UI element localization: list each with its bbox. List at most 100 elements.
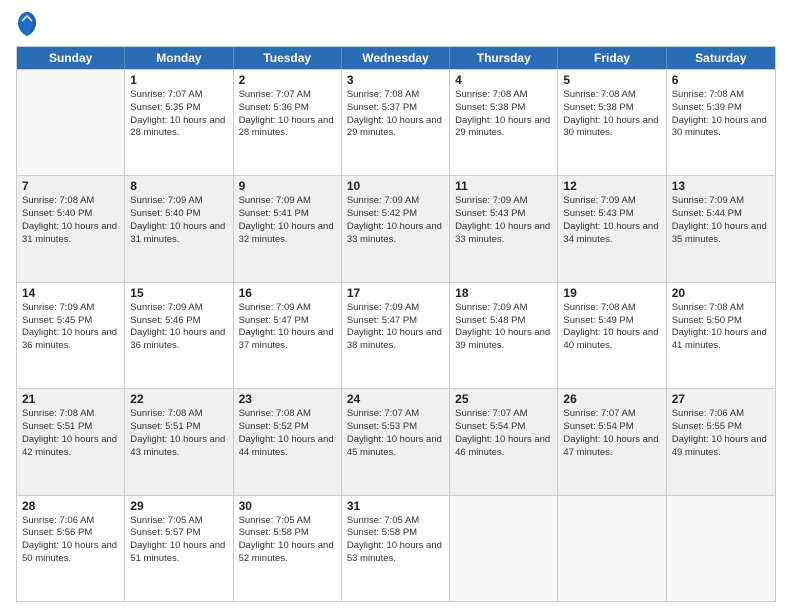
logo-icon — [16, 10, 38, 38]
calendar-cell: 21 Sunrise: 7:08 AMSunset: 5:51 PMDayligh… — [17, 389, 125, 494]
day-number: 17 — [347, 286, 444, 300]
day-info: Sunrise: 7:08 AMSunset: 5:38 PMDaylight:… — [563, 89, 660, 140]
day-info: Sunrise: 7:09 AMSunset: 5:43 PMDaylight:… — [563, 195, 660, 246]
day-info: Sunrise: 7:07 AMSunset: 5:35 PMDaylight:… — [130, 89, 227, 140]
day-info: Sunrise: 7:08 AMSunset: 5:38 PMDaylight:… — [455, 89, 552, 140]
calendar-cell: 30 Sunrise: 7:05 AMSunset: 5:58 PMDayligh… — [234, 496, 342, 601]
calendar-body: 1 Sunrise: 7:07 AMSunset: 5:35 PMDaylight… — [17, 69, 775, 601]
day-info: Sunrise: 7:09 AMSunset: 5:47 PMDaylight:… — [347, 302, 444, 353]
day-number: 9 — [239, 179, 336, 193]
calendar-cell: 18Sunrise: 7:09 AMSunset: 5:48 PMDayligh… — [450, 283, 558, 388]
day-number: 5 — [563, 73, 660, 87]
calendar-cell: 2 Sunrise: 7:07 AMSunset: 5:36 PMDaylight… — [234, 70, 342, 175]
calendar-cell: 1 Sunrise: 7:07 AMSunset: 5:35 PMDaylight… — [125, 70, 233, 175]
calendar-cell: 20 Sunrise: 7:08 AMSunset: 5:50 PMDayligh… — [667, 283, 775, 388]
calendar-row-2: 14 Sunrise: 7:09 AMSunset: 5:45 PMDayligh… — [17, 282, 775, 388]
calendar-cell: 28 Sunrise: 7:06 AMSunset: 5:56 PMDayligh… — [17, 496, 125, 601]
day-info: Sunrise: 7:09 AMSunset: 5:46 PMDaylight:… — [130, 302, 227, 353]
day-number: 28 — [22, 499, 119, 513]
header — [16, 10, 776, 38]
day-info: Sunrise: 7:08 AMSunset: 5:50 PMDaylight:… — [672, 302, 770, 353]
day-info: Sunrise: 7:09 AMSunset: 5:40 PMDaylight:… — [130, 195, 227, 246]
day-info: Sunrise: 7:09 AMSunset: 5:47 PMDaylight:… — [239, 302, 336, 353]
calendar-cell: 27Sunrise: 7:06 AMSunset: 5:55 PMDayligh… — [667, 389, 775, 494]
day-info: Sunrise: 7:05 AMSunset: 5:58 PMDaylight:… — [347, 515, 444, 566]
calendar-cell — [450, 496, 558, 601]
header-day-monday: Monday — [125, 47, 233, 69]
day-number: 23 — [239, 392, 336, 406]
day-info: Sunrise: 7:09 AMSunset: 5:48 PMDaylight:… — [455, 302, 552, 353]
day-number: 13 — [672, 179, 770, 193]
day-info: Sunrise: 7:08 AMSunset: 5:51 PMDaylight:… — [130, 408, 227, 459]
day-number: 19 — [563, 286, 660, 300]
day-info: Sunrise: 7:09 AMSunset: 5:44 PMDaylight:… — [672, 195, 770, 246]
calendar-cell: 22 Sunrise: 7:08 AMSunset: 5:51 PMDayligh… — [125, 389, 233, 494]
calendar-cell: 5 Sunrise: 7:08 AMSunset: 5:38 PMDaylight… — [558, 70, 666, 175]
day-number: 21 — [22, 392, 119, 406]
day-number: 3 — [347, 73, 444, 87]
calendar-header: SundayMondayTuesdayWednesdayThursdayFrid… — [17, 47, 775, 69]
day-number: 6 — [672, 73, 770, 87]
calendar-cell: 11 Sunrise: 7:09 AMSunset: 5:43 PMDayligh… — [450, 176, 558, 281]
day-number: 10 — [347, 179, 444, 193]
calendar-cell: 17 Sunrise: 7:09 AMSunset: 5:47 PMDayligh… — [342, 283, 450, 388]
day-number: 20 — [672, 286, 770, 300]
day-number: 2 — [239, 73, 336, 87]
day-number: 22 — [130, 392, 227, 406]
day-number: 14 — [22, 286, 119, 300]
calendar-cell: 23 Sunrise: 7:08 AMSunset: 5:52 PMDayligh… — [234, 389, 342, 494]
day-number: 31 — [347, 499, 444, 513]
day-info: Sunrise: 7:07 AMSunset: 5:36 PMDaylight:… — [239, 89, 336, 140]
day-number: 1 — [130, 73, 227, 87]
page: SundayMondayTuesdayWednesdayThursdayFrid… — [0, 0, 792, 612]
day-info: Sunrise: 7:08 AMSunset: 5:49 PMDaylight:… — [563, 302, 660, 353]
day-info: Sunrise: 7:09 AMSunset: 5:43 PMDaylight:… — [455, 195, 552, 246]
day-info: Sunrise: 7:08 AMSunset: 5:51 PMDaylight:… — [22, 408, 119, 459]
header-day-wednesday: Wednesday — [342, 47, 450, 69]
day-number: 8 — [130, 179, 227, 193]
calendar-cell: 25Sunrise: 7:07 AMSunset: 5:54 PMDayligh… — [450, 389, 558, 494]
calendar-cell — [667, 496, 775, 601]
calendar-cell: 31 Sunrise: 7:05 AMSunset: 5:58 PMDayligh… — [342, 496, 450, 601]
day-info: Sunrise: 7:09 AMSunset: 5:42 PMDaylight:… — [347, 195, 444, 246]
day-number: 11 — [455, 179, 552, 193]
day-info: Sunrise: 7:09 AMSunset: 5:45 PMDaylight:… — [22, 302, 119, 353]
day-number: 16 — [239, 286, 336, 300]
calendar-cell: 24Sunrise: 7:07 AMSunset: 5:53 PMDayligh… — [342, 389, 450, 494]
calendar-cell: 19 Sunrise: 7:08 AMSunset: 5:49 PMDayligh… — [558, 283, 666, 388]
calendar-cell: 6 Sunrise: 7:08 AMSunset: 5:39 PMDaylight… — [667, 70, 775, 175]
day-number: 25 — [455, 392, 552, 406]
header-day-thursday: Thursday — [450, 47, 558, 69]
day-info: Sunrise: 7:06 AMSunset: 5:56 PMDaylight:… — [22, 515, 119, 566]
calendar-cell: 16 Sunrise: 7:09 AMSunset: 5:47 PMDayligh… — [234, 283, 342, 388]
header-day-saturday: Saturday — [667, 47, 775, 69]
calendar-cell: 10 Sunrise: 7:09 AMSunset: 5:42 PMDayligh… — [342, 176, 450, 281]
day-info: Sunrise: 7:08 AMSunset: 5:39 PMDaylight:… — [672, 89, 770, 140]
day-number: 4 — [455, 73, 552, 87]
day-info: Sunrise: 7:08 AMSunset: 5:40 PMDaylight:… — [22, 195, 119, 246]
calendar-cell: 4 Sunrise: 7:08 AMSunset: 5:38 PMDaylight… — [450, 70, 558, 175]
calendar-row-0: 1 Sunrise: 7:07 AMSunset: 5:35 PMDaylight… — [17, 69, 775, 175]
calendar-cell: 14 Sunrise: 7:09 AMSunset: 5:45 PMDayligh… — [17, 283, 125, 388]
calendar-cell: 29Sunrise: 7:05 AMSunset: 5:57 PMDayligh… — [125, 496, 233, 601]
day-info: Sunrise: 7:05 AMSunset: 5:58 PMDaylight:… — [239, 515, 336, 566]
header-day-sunday: Sunday — [17, 47, 125, 69]
day-info: Sunrise: 7:07 AMSunset: 5:53 PMDaylight:… — [347, 408, 444, 459]
calendar-row-1: 7 Sunrise: 7:08 AMSunset: 5:40 PMDaylight… — [17, 175, 775, 281]
calendar-row-4: 28 Sunrise: 7:06 AMSunset: 5:56 PMDayligh… — [17, 495, 775, 601]
day-info: Sunrise: 7:07 AMSunset: 5:54 PMDaylight:… — [563, 408, 660, 459]
calendar-cell — [17, 70, 125, 175]
day-number: 7 — [22, 179, 119, 193]
logo — [16, 10, 42, 38]
day-number: 30 — [239, 499, 336, 513]
day-number: 12 — [563, 179, 660, 193]
header-day-friday: Friday — [558, 47, 666, 69]
header-day-tuesday: Tuesday — [234, 47, 342, 69]
calendar-cell: 7 Sunrise: 7:08 AMSunset: 5:40 PMDaylight… — [17, 176, 125, 281]
calendar-cell — [558, 496, 666, 601]
calendar-cell: 15Sunrise: 7:09 AMSunset: 5:46 PMDayligh… — [125, 283, 233, 388]
day-info: Sunrise: 7:05 AMSunset: 5:57 PMDaylight:… — [130, 515, 227, 566]
calendar-cell: 8 Sunrise: 7:09 AMSunset: 5:40 PMDaylight… — [125, 176, 233, 281]
day-number: 26 — [563, 392, 660, 406]
day-info: Sunrise: 7:08 AMSunset: 5:52 PMDaylight:… — [239, 408, 336, 459]
